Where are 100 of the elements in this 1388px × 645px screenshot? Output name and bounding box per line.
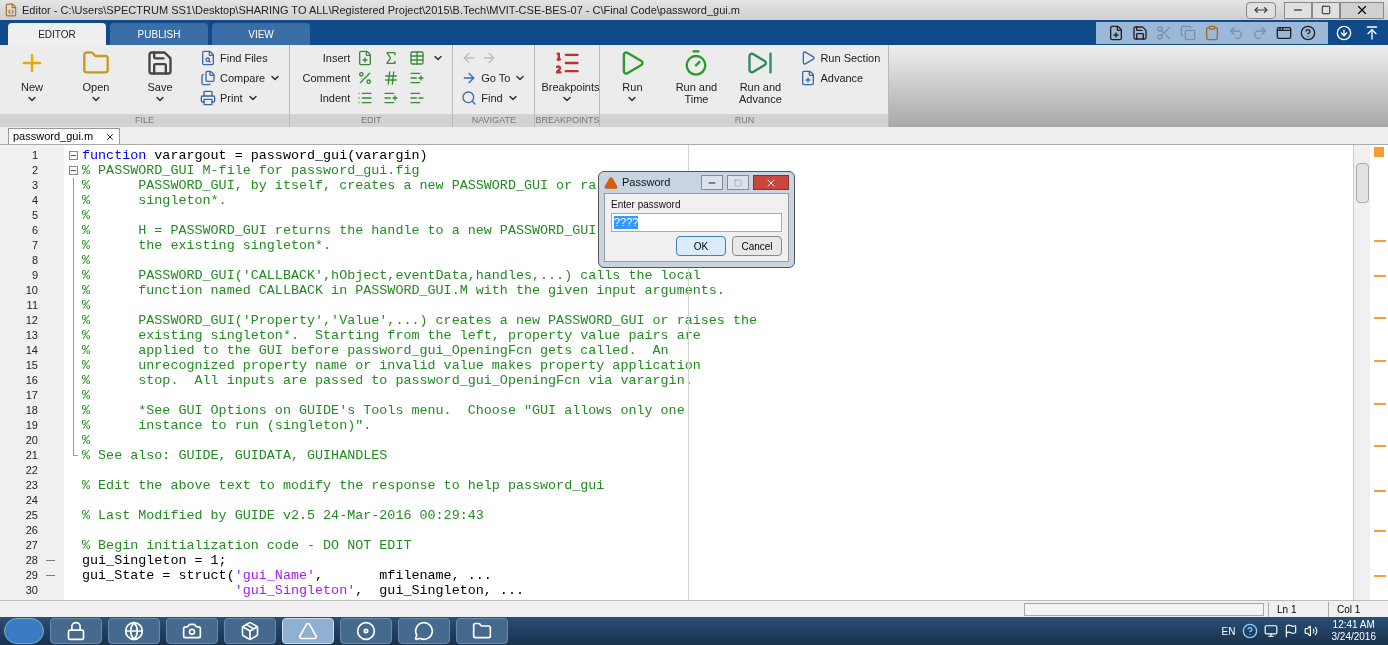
insert-icon[interactable] [357, 50, 374, 66]
warning-marker[interactable] [1374, 360, 1386, 362]
hash-icon[interactable] [383, 70, 400, 86]
warning-marker[interactable] [1374, 490, 1386, 492]
document-icon [4, 3, 18, 17]
table-icon[interactable] [409, 50, 426, 66]
start-button[interactable] [4, 618, 44, 644]
code-line: % applied to the GUI before password_gui_OpeningFcn gets called. An [82, 343, 669, 358]
toolstrip-button[interactable]: Advance [796, 69, 885, 87]
warning-marker[interactable] [1374, 240, 1386, 242]
warning-marker[interactable] [1374, 575, 1386, 577]
toolstrip-button[interactable]: Go To [457, 69, 531, 87]
toolstrip-button[interactable]: New [0, 45, 64, 114]
close-button[interactable] [1340, 1, 1384, 19]
fold-toggle[interactable] [68, 151, 78, 160]
line-number: 23 [24, 478, 38, 493]
dialog-button[interactable]: Cancel [732, 236, 782, 256]
code-line: % singleton*. [82, 193, 227, 208]
minimize-button[interactable] [701, 175, 723, 190]
minimize-button[interactable] [1284, 1, 1312, 19]
breakpoint-marker[interactable]: — [46, 553, 55, 568]
toolstrip-button[interactable]: Breakpoints [535, 45, 600, 114]
close-icon[interactable] [105, 131, 116, 142]
line-number: 18 [24, 403, 38, 418]
warning-marker[interactable] [1374, 317, 1386, 319]
line-number: 7 [30, 238, 38, 253]
clock-date[interactable]: 3/24/2016 [1331, 631, 1376, 643]
code-line: % H = PASSWORD_GUI returns the handle to a new PASSWORD_GUI [82, 223, 597, 238]
network-icon[interactable] [1263, 624, 1278, 638]
code-line: % PASSWORD_GUI M-file for password_gui.fig [82, 163, 420, 178]
indent-icon[interactable] [357, 90, 374, 106]
code-line: % existing singleton*. Starting from the left, property value pairs are [82, 328, 701, 343]
toolstrip-button[interactable]: Run and Advance [728, 45, 793, 114]
line-number: 5 [30, 208, 38, 223]
toolstrip-button[interactable]: Open [64, 45, 128, 114]
ribbon-tab[interactable]: VIEW [212, 23, 310, 45]
toolstrip-button[interactable]: Find [457, 89, 531, 107]
warning-marker[interactable] [1374, 530, 1386, 532]
toolstrip-button[interactable]: Run [600, 45, 665, 114]
resize-button[interactable] [1246, 1, 1276, 19]
shortcut-icon[interactable] [1108, 24, 1124, 41]
code-line: % PASSWORD_GUI('CALLBACK',hObject,eventData,handles,...) calls the local [82, 268, 701, 283]
options-icon[interactable] [1336, 24, 1352, 41]
ribbon-tab[interactable]: EDITOR [8, 23, 106, 45]
document-tab[interactable]: password_gui.m [8, 128, 121, 144]
flag-icon[interactable] [1283, 624, 1298, 638]
warning-marker[interactable] [1374, 275, 1386, 277]
package-icon [240, 621, 260, 641]
code-line: % [82, 253, 91, 268]
printer-icon [200, 90, 216, 106]
taskbar-app[interactable] [224, 618, 276, 644]
taskbar-app[interactable] [166, 618, 218, 644]
line-number: 13 [24, 328, 38, 343]
toolstrip-button[interactable]: Run Section [796, 49, 885, 67]
search-icon [461, 90, 478, 106]
close-button[interactable] [753, 175, 789, 190]
paste-icon[interactable] [1204, 24, 1220, 41]
clock-time[interactable]: 12:41 AM [1332, 619, 1375, 631]
file-search-icon [200, 50, 216, 66]
warning-marker[interactable] [1374, 445, 1386, 447]
indent-more-icon[interactable] [383, 90, 400, 106]
code-line: % [82, 298, 91, 313]
taskbar-app[interactable] [398, 618, 450, 644]
code-line: % stop. All inputs are passed to password_gui_OpeningFcn via varargin. [82, 373, 693, 388]
toolstrip-button[interactable]: Print [196, 89, 286, 107]
dialog-button[interactable]: OK [676, 236, 726, 256]
toolstrip-button[interactable]: Save [128, 45, 192, 114]
scrollbar[interactable] [1353, 145, 1370, 600]
save-icon[interactable] [1132, 24, 1148, 41]
window-icon[interactable] [1276, 24, 1292, 41]
breakpoint-marker[interactable]: — [46, 568, 55, 583]
help-icon[interactable] [1300, 24, 1316, 41]
language-indicator[interactable]: EN [1221, 623, 1236, 639]
toolstrip-button[interactable]: Find Files [196, 49, 286, 67]
toolstrip-button[interactable]: Compare [196, 69, 286, 87]
maximize-button[interactable] [727, 175, 749, 190]
taskbar-app[interactable] [456, 618, 508, 644]
maximize-button[interactable] [1312, 1, 1340, 19]
volume-icon[interactable] [1303, 624, 1318, 638]
line-number: 17 [24, 388, 38, 403]
indent-less-icon[interactable] [409, 90, 426, 106]
row-label: Indent [318, 90, 351, 106]
wrap-icon[interactable] [409, 70, 426, 86]
line-number: 4 [30, 193, 38, 208]
code-line: % function named CALLBACK in PASSWORD_GUI.M with the given input arguments. [82, 283, 725, 298]
percent-icon[interactable] [357, 70, 374, 86]
fold-toggle[interactable] [68, 166, 78, 175]
line-number: 30 [24, 583, 38, 598]
section-title: EDIT [290, 114, 453, 127]
warning-marker[interactable] [1374, 403, 1386, 405]
ribbon-tab[interactable]: PUBLISH [110, 23, 208, 45]
taskbar-app[interactable] [50, 618, 102, 644]
taskbar-app[interactable] [340, 618, 392, 644]
line-indicator: Ln 1 [1268, 601, 1328, 617]
toolstrip-button[interactable]: Run and Time [664, 45, 729, 114]
taskbar-app[interactable] [108, 618, 160, 644]
dialog-title: Password [622, 175, 671, 191]
collapse-icon[interactable] [1364, 24, 1380, 41]
scrollbar-thumb[interactable] [1355, 163, 1369, 203]
code-line: % Begin initialization code - DO NOT EDIT [82, 538, 412, 553]
